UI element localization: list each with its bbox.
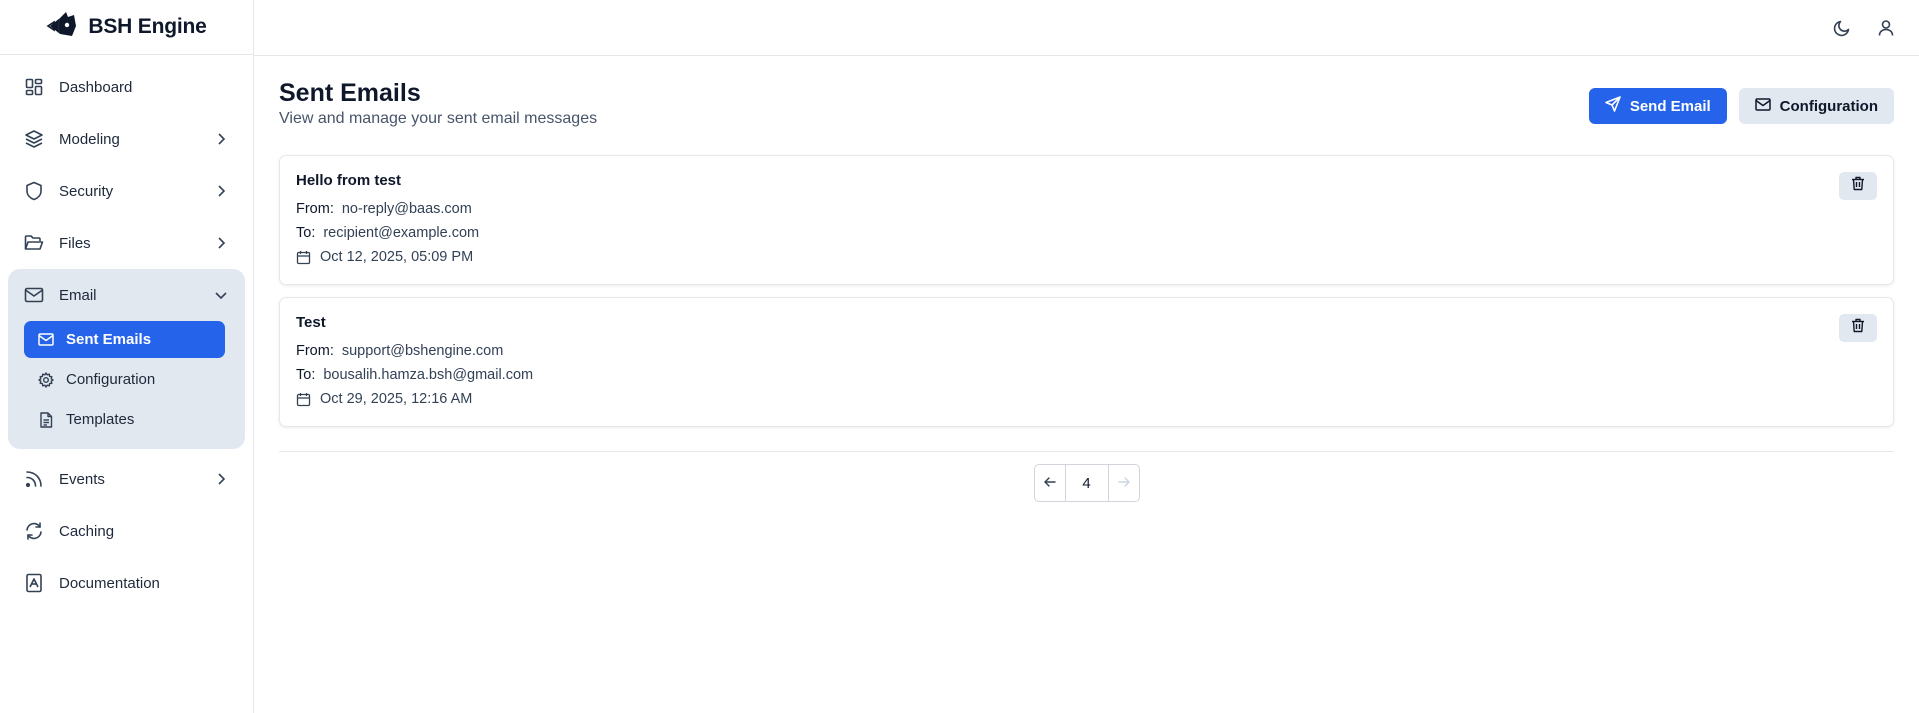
main-area: Sent Emails View and manage your sent em…: [254, 0, 1919, 713]
sidebar-item-documentation[interactable]: Documentation: [8, 557, 245, 609]
calendar-icon: [296, 249, 312, 265]
chevron-right-icon: [212, 182, 230, 200]
sidebar-item-label: Email: [59, 286, 97, 304]
sidebar-item-caching[interactable]: Caching: [8, 505, 245, 557]
sidebar-item-modeling[interactable]: Modeling: [8, 113, 245, 165]
email-to: recipient@example.com: [323, 225, 480, 241]
arrow-left-icon: [1043, 474, 1056, 492]
sidebar-item-files[interactable]: Files: [8, 217, 245, 269]
email-submenu: Sent Emails Configuration Templates: [8, 321, 245, 438]
sidebar-item-events[interactable]: Events: [8, 453, 245, 505]
pagination-controls: 4: [1033, 464, 1140, 502]
email-card[interactable]: Hello from test From: no-reply@baas.com …: [279, 155, 1894, 285]
book-icon: [23, 572, 45, 594]
sidebar-subitem-sent-emails[interactable]: Sent Emails: [24, 321, 225, 358]
layers-icon: [23, 128, 45, 150]
configuration-label: Configuration: [1779, 97, 1878, 115]
delete-email-button[interactable]: [1839, 314, 1877, 342]
sidebar-item-email[interactable]: Email: [8, 269, 245, 321]
sidebar-subitem-label: Templates: [66, 411, 135, 428]
page-content: Sent Emails View and manage your sent em…: [254, 56, 1919, 502]
app-root: BSH Engine Dashboard Modeling Security F…: [0, 0, 1919, 713]
sidebar-nav: Dashboard Modeling Security Files Email …: [0, 55, 253, 615]
page-header: Sent Emails View and manage your sent em…: [279, 78, 1894, 128]
arrow-right-icon: [1117, 474, 1130, 492]
email-to-row: To: recipient@example.com: [296, 221, 1877, 245]
email-group: Email Sent Emails Configuration Template…: [8, 269, 245, 449]
page-subtitle: View and manage your sent email messages: [279, 110, 598, 127]
send-email-button[interactable]: Send Email: [1588, 88, 1727, 124]
refresh-icon: [23, 520, 45, 542]
current-page: 4: [1064, 465, 1109, 501]
email-date-row: Oct 12, 2025, 05:09 PM: [296, 245, 1877, 269]
logo-icon: [46, 10, 80, 45]
email-subject: Test: [296, 314, 326, 331]
theme-toggle-moon-icon[interactable]: [1829, 15, 1855, 41]
file-text-icon: [38, 411, 54, 428]
email-date: Oct 29, 2025, 12:16 AM: [320, 391, 473, 407]
sidebar-item-label: Events: [59, 470, 105, 488]
chevron-right-icon: [212, 130, 230, 148]
from-label: From:: [296, 343, 334, 359]
rss-icon: [23, 468, 45, 490]
list-divider: [279, 451, 1894, 452]
gear-icon: [38, 371, 54, 388]
folder-open-icon: [23, 232, 45, 254]
mail-icon: [1754, 97, 1771, 115]
delete-email-button[interactable]: [1839, 172, 1877, 200]
chevron-right-icon: [212, 234, 230, 252]
topbar: [254, 0, 1919, 56]
sidebar-subitem-label: Configuration: [66, 371, 156, 388]
email-card[interactable]: Test From: support@bshengine.com To: bou…: [279, 297, 1894, 427]
trash-icon: [1851, 318, 1865, 338]
mail-icon: [38, 332, 54, 348]
send-email-label: Send Email: [1629, 97, 1711, 115]
email-from-row: From: no-reply@baas.com: [296, 197, 1877, 221]
next-page-button[interactable]: [1109, 465, 1139, 501]
sidebar-subitem-configuration[interactable]: Configuration: [24, 361, 225, 398]
sidebar: BSH Engine Dashboard Modeling Security F…: [0, 0, 254, 713]
email-from: no-reply@baas.com: [341, 201, 472, 217]
email-to: bousalih.hamza.bsh@gmail.com: [323, 367, 534, 383]
to-label: To:: [296, 225, 316, 241]
email-date-row: Oct 29, 2025, 12:16 AM: [296, 387, 1877, 411]
sidebar-item-label: Dashboard: [59, 78, 133, 96]
prev-page-button[interactable]: [1035, 465, 1065, 501]
sidebar-subitem-templates[interactable]: Templates: [24, 401, 225, 438]
page-actions: Send Email Configuration: [1588, 88, 1894, 124]
calendar-icon: [296, 391, 312, 407]
mail-icon: [23, 284, 45, 306]
sidebar-subitem-label: Sent Emails: [66, 331, 152, 348]
dashboard-icon: [23, 76, 45, 98]
sidebar-item-label: Security: [59, 182, 114, 200]
email-from-row: From: support@bshengine.com: [296, 339, 1877, 363]
brand-name: BSH Engine: [88, 15, 207, 38]
pagination: 4: [279, 464, 1894, 502]
to-label: To:: [296, 367, 316, 383]
sidebar-item-label: Files: [59, 234, 91, 252]
user-icon[interactable]: [1873, 15, 1899, 41]
page-title: Sent Emails: [279, 79, 421, 107]
email-date: Oct 12, 2025, 05:09 PM: [320, 249, 474, 265]
email-subject: Hello from test: [296, 172, 402, 189]
configuration-button[interactable]: Configuration: [1738, 88, 1894, 124]
shield-icon: [23, 180, 45, 202]
email-from: support@bshengine.com: [341, 343, 504, 359]
sidebar-item-label: Caching: [59, 522, 115, 540]
email-to-row: To: bousalih.hamza.bsh@gmail.com: [296, 363, 1877, 387]
trash-icon: [1851, 176, 1865, 196]
sidebar-item-security[interactable]: Security: [8, 165, 245, 217]
sidebar-item-label: Modeling: [59, 130, 120, 148]
chevron-down-icon: [212, 286, 230, 304]
send-icon: [1605, 96, 1621, 116]
email-list: Hello from test From: no-reply@baas.com …: [279, 155, 1894, 427]
sidebar-item-dashboard[interactable]: Dashboard: [8, 61, 245, 113]
brand[interactable]: BSH Engine: [0, 0, 253, 55]
chevron-right-icon: [212, 470, 230, 488]
from-label: From:: [296, 201, 334, 217]
sidebar-item-label: Documentation: [59, 574, 160, 592]
